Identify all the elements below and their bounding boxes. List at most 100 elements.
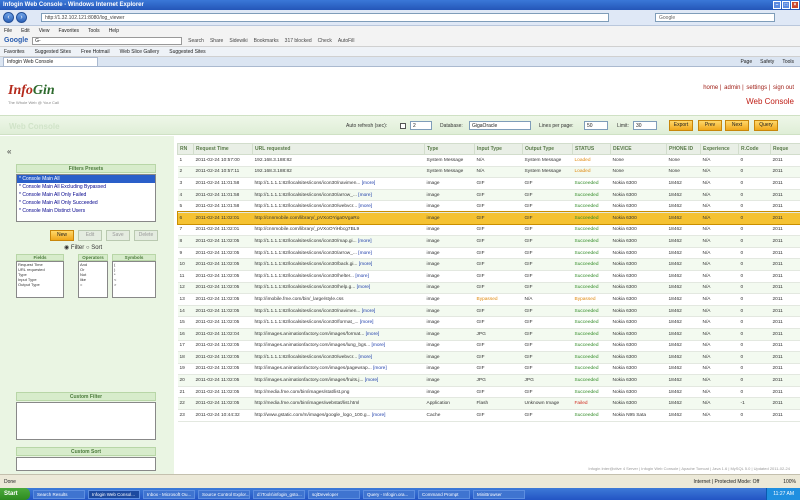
zoom-level[interactable]: 100% [783, 479, 796, 485]
table-row[interactable]: 20 2011-02-24 11:02:05 http://images.anima… [177, 374, 800, 387]
more-link[interactable]: [more] [362, 181, 376, 186]
autofill-button[interactable]: AutoFill [338, 38, 355, 44]
column-header[interactable]: Type [424, 143, 475, 155]
table-row[interactable]: 9 2011-02-24 11:02:05 http://1.1.1.1:82/lo… [177, 247, 800, 260]
more-link[interactable]: [more] [373, 366, 387, 371]
database-select[interactable]: GigaOracle [469, 121, 531, 130]
table-row[interactable]: 12 2011-02-24 11:02:05 http://1.1.1.1:82/l… [177, 282, 800, 295]
maximize-icon[interactable]: □ [782, 1, 790, 9]
more-link[interactable]: [more] [366, 332, 380, 337]
more-link[interactable]: [more] [358, 193, 372, 198]
symbols-list[interactable]: ( ) * < > [112, 261, 156, 298]
column-header[interactable]: Experience [700, 143, 739, 155]
menu-tools[interactable]: Tools [88, 28, 100, 34]
column-header[interactable]: R.Code [738, 143, 771, 155]
table-row[interactable]: 14 2011-02-24 11:02:05 http://1.1.1.1:82/l… [177, 305, 800, 318]
menu-file[interactable]: File [4, 28, 12, 34]
more-link[interactable]: [more] [360, 320, 374, 325]
more-link[interactable]: [more] [359, 262, 373, 267]
auto-refresh-checkbox[interactable] [400, 123, 406, 129]
google-search-input[interactable]: G- [32, 36, 183, 45]
forward-icon[interactable]: › [16, 12, 27, 23]
safety-menu[interactable]: Safety [760, 59, 774, 65]
column-header[interactable]: Request Time [193, 143, 253, 155]
google-share-button[interactable]: Share [210, 38, 223, 44]
taskbar-item[interactable]: d:\Tools\infogin_gsto... [253, 489, 305, 499]
more-link[interactable]: [more] [372, 413, 386, 418]
table-row[interactable]: 6 2011-02-24 11:02:01 http://cnnmobile.com… [177, 211, 800, 226]
column-header[interactable]: RN [177, 143, 194, 155]
menu-help[interactable]: Help [109, 28, 119, 34]
taskbar-item[interactable]: Search Results [33, 489, 85, 499]
address-input[interactable]: http://1.32.102.121:8080/log_viewer [41, 13, 609, 22]
browser-search-input[interactable]: Google [655, 13, 775, 22]
table-row[interactable]: 11 2011-02-24 11:02:05 http://1.1.1.1:82/l… [177, 270, 800, 283]
taskbar-item[interactable]: Inbox - Microsoft Ou... [143, 489, 195, 499]
signout-link[interactable]: sign out [773, 85, 794, 91]
popup-blocked-button[interactable]: 317 blocked [285, 38, 312, 44]
more-link[interactable]: [more] [362, 309, 376, 314]
taskbar-item[interactable]: MiniBrowser [473, 489, 525, 499]
auto-refresh-input[interactable]: 2 [410, 121, 432, 130]
settings-link[interactable]: settings [746, 85, 767, 91]
table-row[interactable]: 23 2011-02-24 10:44:32 http://www.gstatic.… [177, 409, 800, 422]
menu-favorites[interactable]: Favorites [58, 28, 79, 34]
filter-sort-toggle[interactable]: ◉ Filter ○ Sort [64, 244, 102, 251]
query-button[interactable]: Query [754, 120, 778, 131]
admin-link[interactable]: admin [724, 85, 740, 91]
column-header[interactable]: STATUS [572, 143, 611, 155]
close-icon[interactable]: × [791, 1, 799, 9]
minimize-icon[interactable]: – [773, 1, 781, 9]
edit-preset-button[interactable]: Edit [78, 230, 102, 241]
column-header[interactable]: DEVICE [610, 143, 667, 155]
more-link[interactable]: [more] [359, 355, 373, 360]
table-row[interactable]: 22 2011-02-24 11:02:05 http://media.fme.co… [177, 397, 800, 411]
custom-filter-textarea[interactable] [16, 402, 156, 440]
home-link[interactable]: home [703, 85, 718, 91]
column-header[interactable]: Reque [770, 143, 800, 155]
back-icon[interactable]: ‹ [3, 12, 14, 23]
operator-item[interactable]: = [80, 282, 107, 287]
filter-radio-label[interactable]: Filter [71, 245, 84, 251]
preset-item[interactable]: * Console Main All Excluding Bypassed [17, 183, 155, 191]
more-link[interactable]: [more] [358, 239, 372, 244]
google-sidewiki-button[interactable]: Sidewiki [229, 38, 247, 44]
column-header[interactable]: Input Type [474, 143, 523, 155]
more-link[interactable]: [more] [365, 378, 379, 383]
table-row[interactable]: 2 2011-02-24 10:57:11 192.168.3.188:82 Syst… [177, 166, 800, 179]
more-link[interactable]: [more] [357, 285, 371, 290]
column-header[interactable]: Output Type [522, 143, 573, 155]
favorite-link[interactable]: Suggested Sites [35, 49, 71, 55]
table-row[interactable]: 1 2011-02-24 10:57:00 192.168.3.188:82 Syst… [177, 154, 800, 167]
table-row[interactable]: 16 2011-02-24 11:02:04 http://images.anima… [177, 328, 800, 341]
column-header[interactable]: PHONE ID [666, 143, 701, 155]
new-preset-button[interactable]: New [50, 230, 74, 241]
google-bookmarks-button[interactable]: Bookmarks [254, 38, 279, 44]
table-row[interactable]: 18 2011-02-24 11:02:05 http://1.1.1.1:82/l… [177, 351, 800, 364]
taskbar-item[interactable]: Query - Infogin.ora... [363, 489, 415, 499]
table-row[interactable]: 17 2011-02-24 11:02:05 http://images.anima… [177, 340, 800, 353]
menu-edit[interactable]: Edit [21, 28, 30, 34]
preset-item[interactable]: * Console Main All Only Succeeded [17, 199, 155, 207]
preset-item[interactable]: * Console Main All [17, 175, 155, 183]
sort-radio-label[interactable]: Sort [91, 245, 102, 251]
collapse-panel-icon[interactable]: « [7, 147, 11, 156]
table-row[interactable]: 8 2011-02-24 11:02:05 http://1.1.1.1:82/lo… [177, 235, 800, 248]
table-row[interactable]: 7 2011-02-24 11:02:01 http://cnnmobile.com… [177, 224, 800, 237]
page-menu[interactable]: Page [740, 59, 752, 65]
more-link[interactable]: [more] [355, 274, 369, 279]
custom-sort-textarea[interactable] [16, 457, 156, 471]
favorite-link[interactable]: Suggested Sites [169, 49, 205, 55]
taskbar-item[interactable]: Source Control Explor... [198, 489, 250, 499]
field-item[interactable]: Output Type [18, 282, 63, 287]
symbol-item[interactable]: > [114, 282, 155, 287]
table-row[interactable]: 5 2011-02-24 11:01:58 http://1.1.1.1:82/lo… [177, 200, 800, 213]
presets-list[interactable]: * Console Main All * Console Main All Ex… [16, 174, 156, 222]
table-row[interactable]: 4 2011-02-24 11:01:58 http://1.1.1.1:82/lo… [177, 189, 800, 202]
tools-menu[interactable]: Tools [782, 59, 794, 65]
spell-check-button[interactable]: Check [318, 38, 332, 44]
more-link[interactable]: [more] [358, 251, 372, 256]
tab-infogin-console[interactable]: Infogin Web Console [3, 57, 98, 66]
more-link[interactable]: [more] [359, 204, 373, 209]
column-header[interactable]: URL requested [252, 143, 425, 155]
